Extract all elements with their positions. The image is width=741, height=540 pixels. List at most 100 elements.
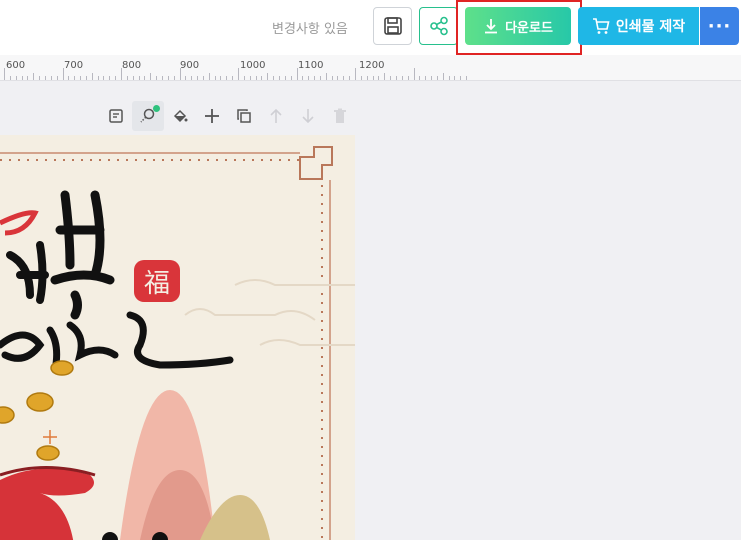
ruler-tick: [226, 76, 228, 80]
ruler-tick: [249, 76, 251, 80]
ruler-label: 600: [6, 60, 26, 71]
ruler-tick: [103, 76, 105, 80]
design-canvas[interactable]: 福: [0, 135, 355, 540]
ruler-tick: [202, 76, 204, 80]
ruler-tick: [296, 68, 298, 80]
move-down-button[interactable]: [292, 101, 324, 131]
ruler-tick: [97, 76, 99, 80]
ruler-tick: [384, 73, 386, 80]
ruler-label: 1200: [359, 60, 385, 71]
ruler-tick: [278, 76, 280, 80]
more-options-button[interactable]: ···: [700, 7, 739, 45]
note-tool-button[interactable]: [100, 101, 132, 131]
ruler-tick: [372, 76, 374, 80]
ruler-tick: [413, 68, 415, 80]
ruler-tick: [243, 76, 245, 80]
ruler-tick: [401, 76, 403, 80]
trash-icon: [334, 108, 346, 123]
ruler-tick: [220, 76, 222, 80]
ruler-tick: [115, 76, 117, 80]
ruler-tick: [273, 76, 275, 80]
ruler-tick: [132, 76, 134, 80]
print-order-button[interactable]: 인쇄물 제작: [578, 7, 699, 45]
ruler-tick: [138, 76, 140, 80]
ruler-tick: [91, 73, 93, 80]
ruler-tick: [325, 73, 327, 80]
unsaved-changes-status: 변경사항 있음: [272, 22, 348, 37]
ruler-tick: [179, 68, 181, 80]
ruler-tick: [173, 76, 175, 80]
ruler-tick: [284, 76, 286, 80]
fill-bucket-icon: [173, 109, 188, 123]
share-icon: [429, 16, 448, 36]
ruler-tick: [197, 76, 199, 80]
ruler-label: 800: [122, 60, 142, 71]
ruler-tick: [267, 73, 269, 80]
ruler-tick: [436, 76, 438, 80]
delete-button[interactable]: [324, 101, 356, 131]
arrow-down-icon: [302, 109, 314, 124]
ruler-tick: [460, 76, 462, 80]
add-element-button[interactable]: [196, 101, 228, 131]
ruler-tick: [378, 76, 380, 80]
ruler-label: 900: [180, 60, 200, 71]
ruler-label: 1000: [240, 60, 266, 71]
fill-tool-button[interactable]: [164, 101, 196, 131]
ruler-tick: [255, 76, 257, 80]
ruler-tick: [214, 76, 216, 80]
ruler-tick: [74, 76, 76, 80]
ruler-tick: [62, 68, 64, 80]
ruler-tick: [366, 76, 368, 80]
ruler-tick: [156, 76, 158, 80]
arrow-up-icon: [270, 108, 282, 123]
ruler-tick: [191, 76, 193, 80]
ruler-tick: [39, 76, 41, 80]
ruler-tick: [466, 76, 468, 80]
save-button[interactable]: [373, 7, 412, 45]
ruler-tick: [331, 76, 333, 80]
ruler-tick: [161, 76, 163, 80]
ruler-tick: [349, 76, 351, 80]
new-year-card-artwork: 福: [0, 146, 355, 540]
ruler-tick: [185, 76, 187, 80]
plus-icon: [205, 109, 219, 123]
ruler-tick: [80, 76, 82, 80]
ruler-tick: [121, 68, 122, 80]
ruler-tick: [390, 76, 392, 80]
ruler-tick: [337, 76, 339, 80]
print-order-label: 인쇄물 제작: [615, 19, 686, 35]
horizontal-ruler: 600 700 800 900 1000 1100 1200: [0, 55, 741, 81]
ruler-tick: [56, 76, 58, 80]
share-button[interactable]: [419, 7, 458, 45]
ruler-tick: [431, 76, 433, 80]
duplicate-button[interactable]: [228, 101, 260, 131]
ruler-tick: [9, 76, 11, 80]
ruler-tick: [150, 73, 152, 80]
ruler-tick: [407, 76, 409, 80]
move-up-button[interactable]: [260, 101, 292, 131]
ruler-tick: [44, 76, 46, 80]
element-toolbar: [100, 101, 356, 131]
ruler-tick: [454, 76, 456, 80]
ruler-tick: [355, 68, 356, 80]
ruler-tick: [442, 73, 444, 80]
ruler-tick: [232, 76, 234, 80]
ruler-tick: [360, 76, 362, 80]
ruler-tick: [419, 76, 421, 80]
ruler-tick: [314, 76, 316, 80]
ruler-tick: [15, 76, 17, 80]
ruler-tick: [21, 76, 23, 80]
ruler-tick: [343, 76, 345, 80]
ruler-label: 1100: [298, 60, 324, 71]
ruler-tick: [167, 76, 169, 80]
blessing-stamp-character: 福: [144, 269, 170, 299]
ruler-tick: [290, 76, 292, 80]
ruler-tick: [395, 76, 397, 80]
ruler-tick: [308, 76, 310, 80]
ruler-tick: [319, 76, 321, 80]
duplicate-icon: [237, 109, 251, 123]
ruler-tick: [109, 76, 111, 80]
ruler-tick: [425, 76, 427, 80]
top-toolbar: 변경사항 있음 다운로드 인쇄물 제작 ···: [0, 0, 741, 55]
magic-tool-button[interactable]: [132, 101, 164, 131]
